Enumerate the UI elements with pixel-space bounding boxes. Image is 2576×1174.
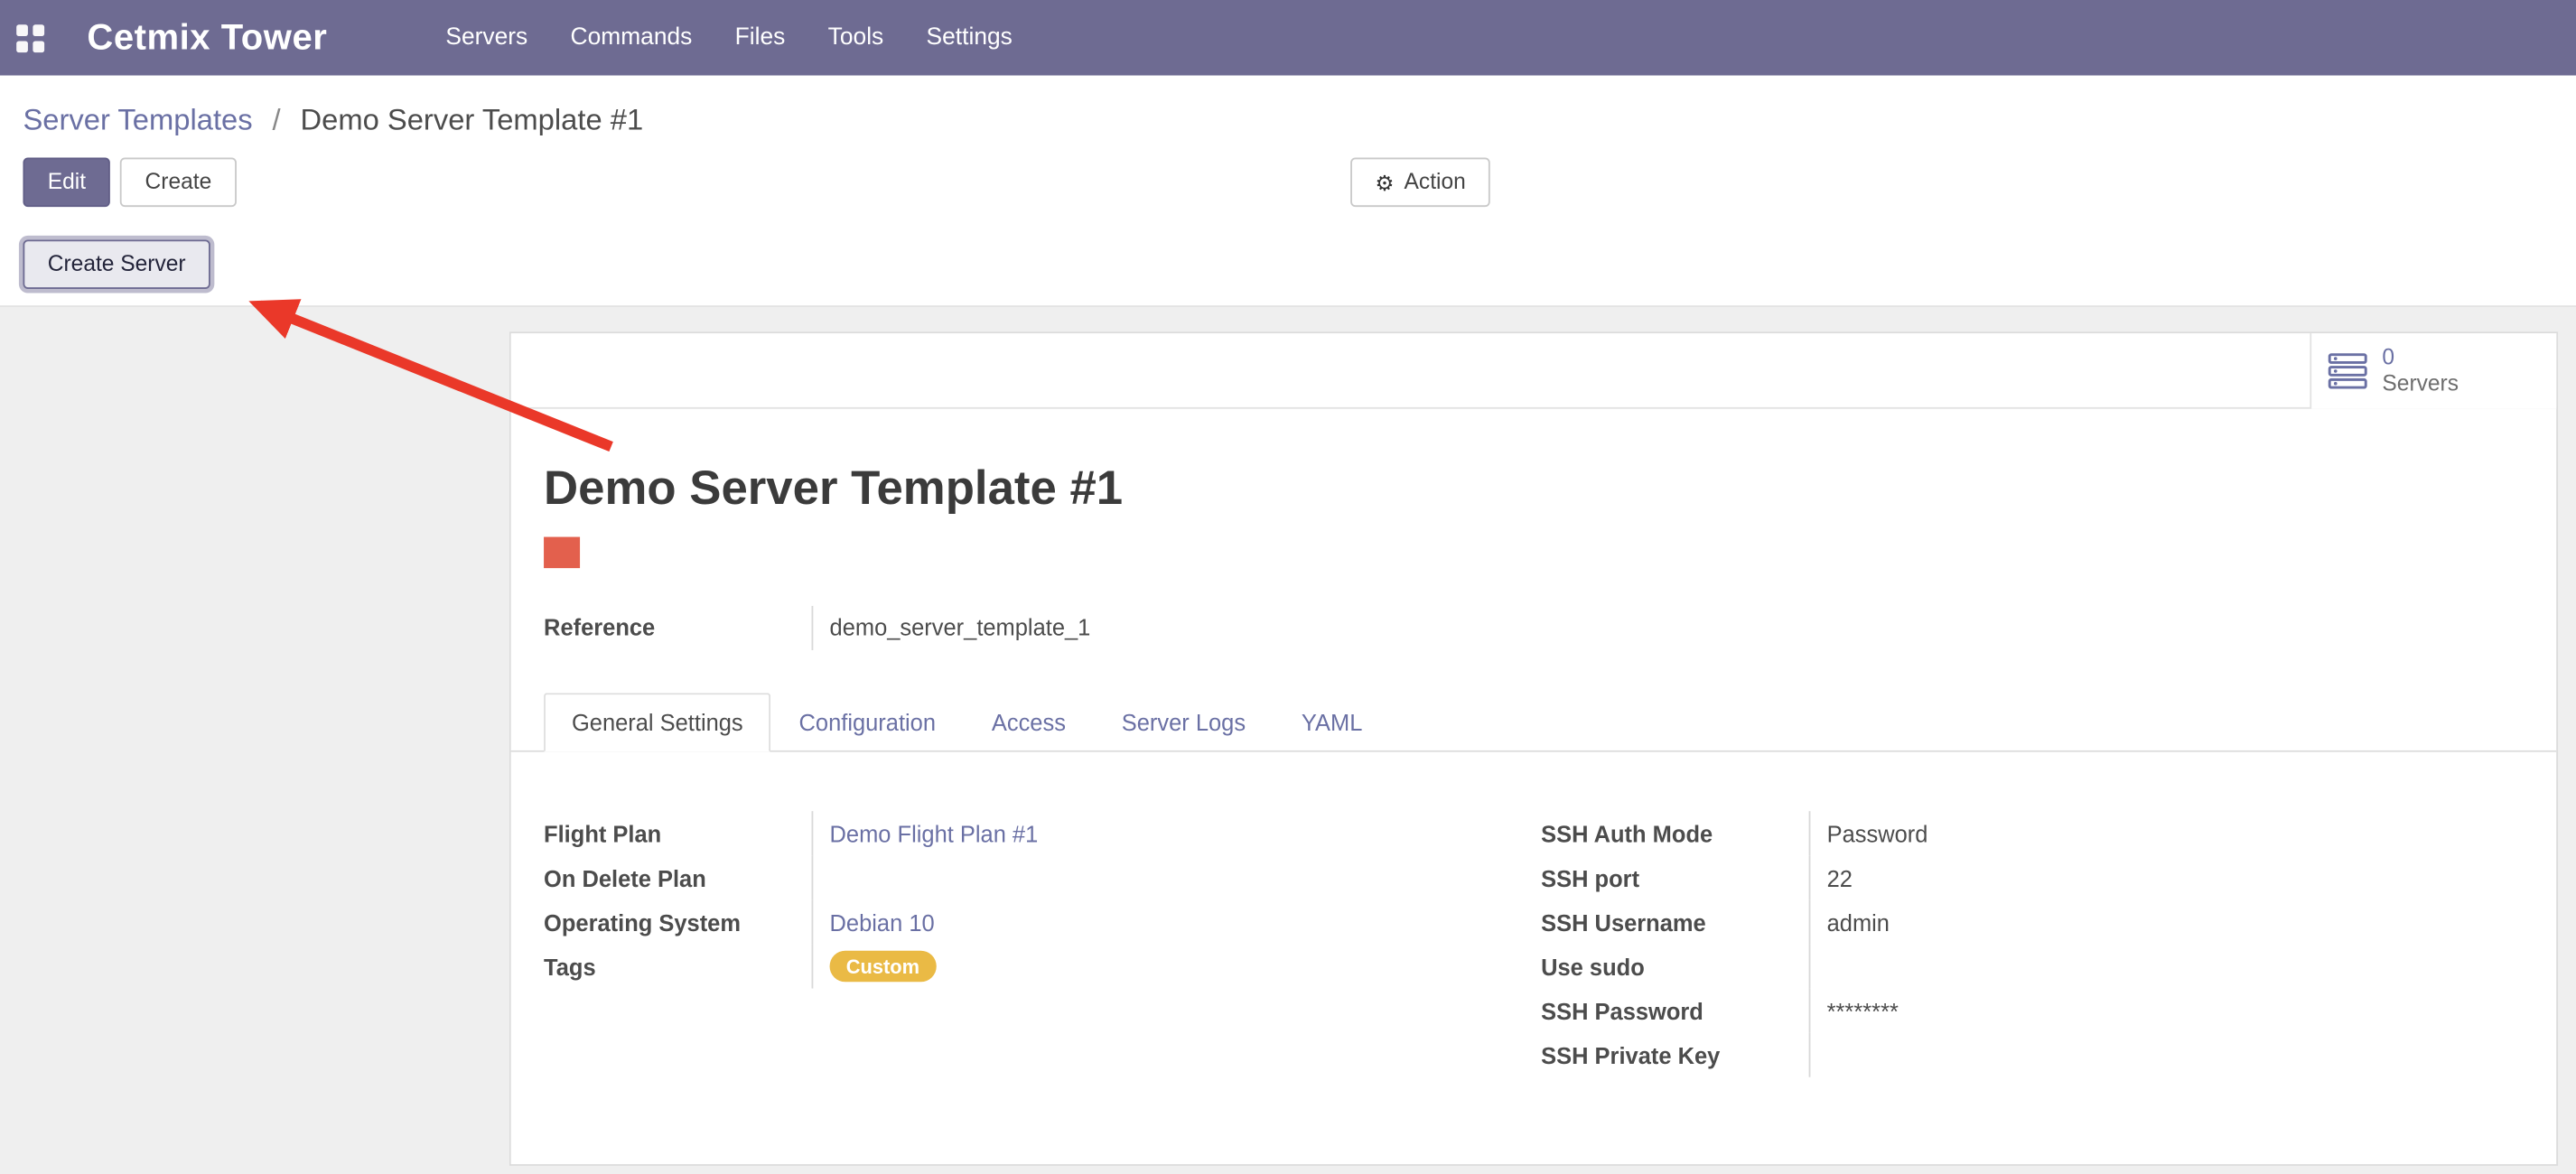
server-icon <box>2328 353 2367 389</box>
reference-row: Reference demo_server_template_1 <box>544 604 1431 650</box>
nav-menu-tools[interactable]: Tools <box>828 24 884 51</box>
use-sudo-value <box>1809 944 2417 988</box>
notebook-tabs: General Settings Configuration Access Se… <box>511 693 2557 751</box>
field-row-use-sudo: Use sudo <box>1541 944 2416 988</box>
stat-count: 0 <box>2382 345 2459 371</box>
operating-system-label: Operating System <box>544 908 811 935</box>
nav-menu-servers[interactable]: Servers <box>445 24 527 51</box>
control-panel: Server Templates / Demo Server Template … <box>0 76 2576 307</box>
apps-grid-icon[interactable] <box>16 23 44 51</box>
ssh-port-label: SSH port <box>1541 864 1808 890</box>
field-row-on-delete-plan: On Delete Plan <box>544 855 1431 899</box>
create-server-row: Create Server <box>23 239 2553 294</box>
record-title: Demo Server Template #1 <box>544 463 2556 516</box>
field-group-left: Flight Plan Demo Flight Plan #1 On Delet… <box>544 811 1431 1077</box>
flight-plan-link[interactable]: Demo Flight Plan #1 <box>830 820 1039 846</box>
servers-stat-button[interactable]: 0 Servers <box>2310 333 2556 409</box>
nav-menu-commands[interactable]: Commands <box>571 24 693 51</box>
field-group-right: SSH Auth Mode Password SSH port 22 SSH U… <box>1541 811 2416 1077</box>
reference-label: Reference <box>544 614 811 640</box>
stat-button-bar: 0 Servers <box>511 333 2557 409</box>
ssh-username-value: admin <box>1809 899 2417 944</box>
form-sheet: 0 Servers Demo Server Template #1 Refere… <box>509 331 2558 1166</box>
nav-menu-settings[interactable]: Settings <box>927 24 1013 51</box>
breadcrumb-server-templates[interactable]: Server Templates <box>23 104 252 136</box>
action-button-label: Action <box>1405 159 1466 205</box>
ssh-auth-mode-label: SSH Auth Mode <box>1541 820 1808 846</box>
field-row-ssh-username: SSH Username admin <box>1541 899 2416 944</box>
ssh-username-label: SSH Username <box>1541 908 1808 935</box>
create-server-button[interactable]: Create Server <box>23 239 210 289</box>
field-row-flight-plan: Flight Plan Demo Flight Plan #1 <box>544 811 1431 855</box>
reference-value: demo_server_template_1 <box>812 605 1432 649</box>
stat-text: 0 Servers <box>2382 345 2459 397</box>
field-row-ssh-private-key: SSH Private Key <box>1541 1033 2416 1077</box>
edit-button[interactable]: Edit <box>23 158 110 208</box>
app-brand: Cetmix Tower <box>87 16 327 59</box>
on-delete-plan-label: On Delete Plan <box>544 864 811 890</box>
breadcrumb-separator: / <box>272 104 280 136</box>
on-delete-plan-value <box>812 855 1432 899</box>
ssh-password-label: SSH Password <box>1541 998 1808 1024</box>
ssh-private-key-label: SSH Private Key <box>1541 1042 1808 1068</box>
ssh-password-value: ******** <box>1809 989 2417 1033</box>
button-row: Edit Create ⚙︎ Action <box>23 158 2553 208</box>
tab-access[interactable]: Access <box>964 693 1094 751</box>
screenshot-viewport: Cetmix Tower Servers Commands Files Tool… <box>0 0 2576 1174</box>
top-navbar: Cetmix Tower Servers Commands Files Tool… <box>0 0 2576 76</box>
operating-system-link[interactable]: Debian 10 <box>830 908 935 935</box>
breadcrumb: Server Templates / Demo Server Template … <box>23 102 2553 138</box>
form-fields: Flight Plan Demo Flight Plan #1 On Delet… <box>544 811 2556 1077</box>
field-row-ssh-auth-mode: SSH Auth Mode Password <box>1541 811 2416 855</box>
main-menu: Servers Commands Files Tools Settings <box>445 24 1013 51</box>
gear-icon: ⚙︎ <box>1375 172 1394 193</box>
tab-server-logs[interactable]: Server Logs <box>1094 693 1274 751</box>
field-row-ssh-port: SSH port 22 <box>1541 855 2416 899</box>
tab-configuration[interactable]: Configuration <box>771 693 964 751</box>
ssh-private-key-value <box>1809 1033 2417 1077</box>
sheet-body: Demo Server Template #1 Reference demo_s… <box>511 409 2557 1077</box>
field-row-ssh-password: SSH Password ******** <box>1541 989 2416 1033</box>
color-swatch <box>544 537 580 569</box>
breadcrumb-current: Demo Server Template #1 <box>300 104 643 136</box>
tag-badge: Custom <box>830 951 937 983</box>
tab-yaml[interactable]: YAML <box>1274 693 1390 751</box>
content-area: 0 Servers Demo Server Template #1 Refere… <box>0 307 2576 1174</box>
nav-menu-files[interactable]: Files <box>735 24 786 51</box>
tags-label: Tags <box>544 953 811 979</box>
field-row-operating-system: Operating System Debian 10 <box>544 899 1431 944</box>
create-button[interactable]: Create <box>120 158 236 208</box>
app-window: Cetmix Tower Servers Commands Files Tool… <box>0 0 2576 1174</box>
flight-plan-label: Flight Plan <box>544 820 811 846</box>
field-row-tags: Tags Custom <box>544 944 1431 988</box>
stat-label: Servers <box>2382 371 2459 397</box>
use-sudo-label: Use sudo <box>1541 953 1808 979</box>
ssh-port-value: 22 <box>1809 855 2417 899</box>
tab-general-settings[interactable]: General Settings <box>544 693 771 751</box>
ssh-auth-mode-value: Password <box>1809 811 2417 855</box>
action-button[interactable]: ⚙︎ Action <box>1350 158 1490 208</box>
